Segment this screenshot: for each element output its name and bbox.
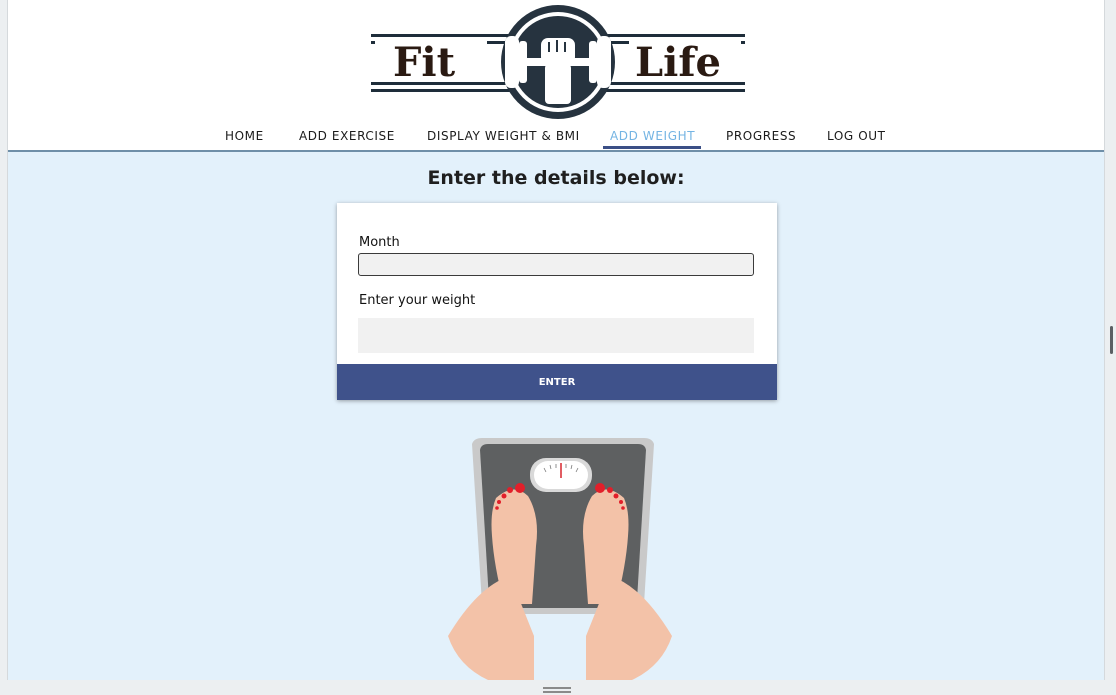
scrollbar-thumb[interactable] bbox=[1110, 326, 1113, 354]
svg-text:Life: Life bbox=[635, 39, 721, 86]
bathroom-scale-illustration bbox=[448, 438, 672, 680]
nav-item-add-weight[interactable]: ADD WEIGHT bbox=[610, 129, 695, 143]
nav-item-log-out[interactable]: LOG OUT bbox=[827, 129, 886, 143]
nav-item-home[interactable]: HOME bbox=[225, 129, 264, 143]
month-label: Month bbox=[359, 235, 400, 250]
month-input[interactable] bbox=[358, 253, 754, 276]
nav-item-progress[interactable]: PROGRESS bbox=[726, 129, 796, 143]
weight-label: Enter your weight bbox=[359, 293, 476, 308]
add-weight-form: Month Enter your weight ENTER bbox=[337, 203, 777, 400]
enter-button[interactable]: ENTER bbox=[337, 364, 777, 400]
app-frame: Fit Life HOME ADD EXERCISE DISPLAY WEIGH… bbox=[7, 0, 1105, 680]
resize-handle-icon[interactable] bbox=[543, 687, 571, 693]
nav-item-add-exercise[interactable]: ADD EXERCISE bbox=[299, 129, 395, 143]
active-nav-indicator bbox=[603, 146, 701, 149]
nav-item-display-weight-bmi[interactable]: DISPLAY WEIGHT & BMI bbox=[427, 129, 580, 143]
svg-text:Fit: Fit bbox=[393, 39, 456, 86]
weight-input[interactable] bbox=[358, 318, 754, 353]
fit-life-logo: Fit Life bbox=[371, 5, 745, 119]
page-heading: Enter the details below: bbox=[427, 167, 685, 189]
site-header: Fit Life HOME ADD EXERCISE DISPLAY WEIGH… bbox=[8, 0, 1104, 152]
main-nav: HOME ADD EXERCISE DISPLAY WEIGHT & BMI A… bbox=[8, 129, 1104, 149]
